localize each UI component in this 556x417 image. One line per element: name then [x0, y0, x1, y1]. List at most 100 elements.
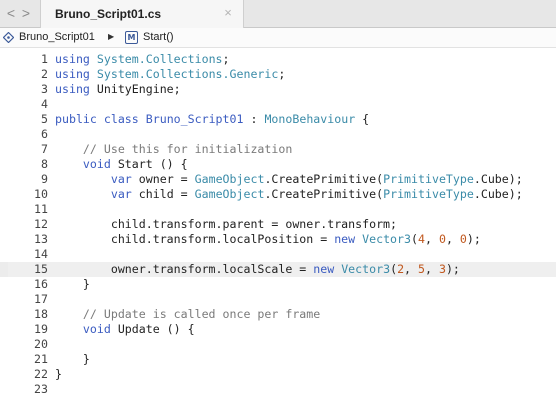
- code-token: owner =: [131, 172, 195, 186]
- code-token: // Use this for initialization: [82, 142, 293, 156]
- code-token: PrimitiveType: [383, 172, 474, 186]
- code-line[interactable]: 2 using System.Collections.Generic;: [0, 67, 556, 82]
- code-token: var: [110, 187, 132, 201]
- tab-bar: < > Bruno_Script01.cs ×: [0, 0, 556, 28]
- code-text: // Update is called once per frame: [55, 307, 320, 322]
- breadcrumb-method[interactable]: Start(): [143, 31, 174, 43]
- line-number: 6: [41, 127, 48, 141]
- code-line[interactable]: 11: [0, 202, 556, 217]
- code-token: GameObject: [194, 172, 265, 186]
- code-token: ,: [425, 262, 439, 276]
- code-line[interactable]: 1 using System.Collections;: [0, 52, 556, 67]
- code-line[interactable]: 10 var child = GameObject.CreatePrimitiv…: [0, 187, 556, 202]
- code-token: using: [55, 67, 90, 81]
- code-text: }: [55, 367, 62, 382]
- line-number: 9: [41, 172, 48, 186]
- code-line[interactable]: 3 using UnityEngine;: [0, 82, 556, 97]
- code-line[interactable]: 6: [0, 127, 556, 142]
- code-text: // Use this for initialization: [55, 142, 292, 157]
- back-arrow-icon[interactable]: <: [3, 5, 19, 21]
- code-line[interactable]: 17: [0, 292, 556, 307]
- code-text: using System.Collections;: [55, 52, 230, 67]
- breadcrumb-separator-icon: ▶: [108, 32, 115, 41]
- code-text: void Start () {: [55, 157, 188, 172]
- code-token: .Cube);: [473, 187, 523, 201]
- code-line[interactable]: 13 child.transform.localPosition = new V…: [0, 232, 556, 247]
- code-text: using System.Collections.Generic;: [55, 67, 285, 82]
- code-line[interactable]: 5 public class Bruno_Script01 : MonoBehav…: [0, 112, 556, 127]
- code-text: }: [55, 352, 90, 367]
- line-number: 17: [34, 292, 48, 306]
- code-token: {: [355, 112, 370, 126]
- tab-bruno-script01[interactable]: Bruno_Script01.cs ×: [40, 0, 244, 28]
- code-token: .Cube);: [473, 172, 523, 186]
- code-token: GameObject: [194, 187, 265, 201]
- code-line[interactable]: 15 owner.transform.localScale = new Vect…: [0, 262, 556, 277]
- line-number: 7: [41, 142, 48, 156]
- line-number: 16: [34, 277, 48, 291]
- code-editor[interactable]: 1 using System.Collections; 2 using System.…: [0, 48, 556, 417]
- code-line[interactable]: 18 // Update is called once per frame: [0, 307, 556, 322]
- code-text: var owner = GameObject.CreatePrimitive(P…: [55, 172, 523, 187]
- line-number: 19: [34, 322, 48, 336]
- code-line[interactable]: 12 child.transform.parent = owner.transf…: [0, 217, 556, 232]
- code-token: // Update is called once per frame: [82, 307, 321, 321]
- line-number: 21: [34, 352, 48, 366]
- code-token: child.transform.parent = owner.transform…: [55, 217, 398, 231]
- line-number: 8: [41, 157, 48, 171]
- code-line[interactable]: 8 void Start () {: [0, 157, 556, 172]
- code-line[interactable]: 4: [0, 97, 556, 112]
- code-line[interactable]: 9 var owner = GameObject.CreatePrimitive…: [0, 172, 556, 187]
- code-token: Start () {: [110, 157, 188, 171]
- code-token: child =: [131, 187, 195, 201]
- code-token: void: [82, 322, 111, 336]
- code-token: .CreatePrimitive(: [264, 172, 384, 186]
- code-line[interactable]: 22}: [0, 367, 556, 382]
- breadcrumb-file[interactable]: Bruno_Script01: [19, 31, 95, 43]
- code-token: using: [55, 82, 90, 96]
- code-token: Vector3: [341, 262, 391, 276]
- line-number: 5: [41, 112, 48, 126]
- code-line[interactable]: 20: [0, 337, 556, 352]
- breadcrumb: Bruno_Script01 ▶ M Start(): [0, 28, 556, 48]
- code-line[interactable]: 21 }: [0, 352, 556, 367]
- line-number: 18: [34, 307, 48, 321]
- line-number: 2: [41, 67, 48, 81]
- code-token: (: [411, 232, 418, 246]
- code-text: child.transform.localPosition = new Vect…: [55, 232, 481, 247]
- line-number: 12: [34, 217, 48, 231]
- code-token: 5: [418, 262, 425, 276]
- code-token: var: [110, 172, 132, 186]
- line-number: 20: [34, 337, 48, 351]
- line-number: 22: [34, 367, 48, 381]
- close-icon[interactable]: ×: [221, 6, 235, 20]
- line-number: 14: [34, 247, 48, 261]
- code-token: ,: [424, 232, 439, 246]
- csharp-file-icon: [3, 32, 14, 43]
- code-line[interactable]: 23: [0, 382, 556, 397]
- code-line[interactable]: 16 }: [0, 277, 556, 292]
- line-number: 1: [41, 52, 48, 66]
- forward-arrow-icon[interactable]: >: [18, 5, 34, 21]
- code-token: owner.transform.localScale =: [55, 262, 314, 276]
- code-token: }: [55, 367, 62, 381]
- code-token: new: [313, 262, 335, 276]
- code-token: new: [334, 232, 356, 246]
- code-line[interactable]: 14: [0, 247, 556, 262]
- code-line[interactable]: 7 // Use this for initialization: [0, 142, 556, 157]
- code-text: void Update () {: [55, 322, 195, 337]
- code-token: System.Collections.Generic: [96, 67, 279, 81]
- code-line[interactable]: 19 void Update () {: [0, 322, 556, 337]
- code-text: }: [55, 277, 90, 292]
- code-token: );: [445, 262, 460, 276]
- current-line-marker: [0, 262, 8, 277]
